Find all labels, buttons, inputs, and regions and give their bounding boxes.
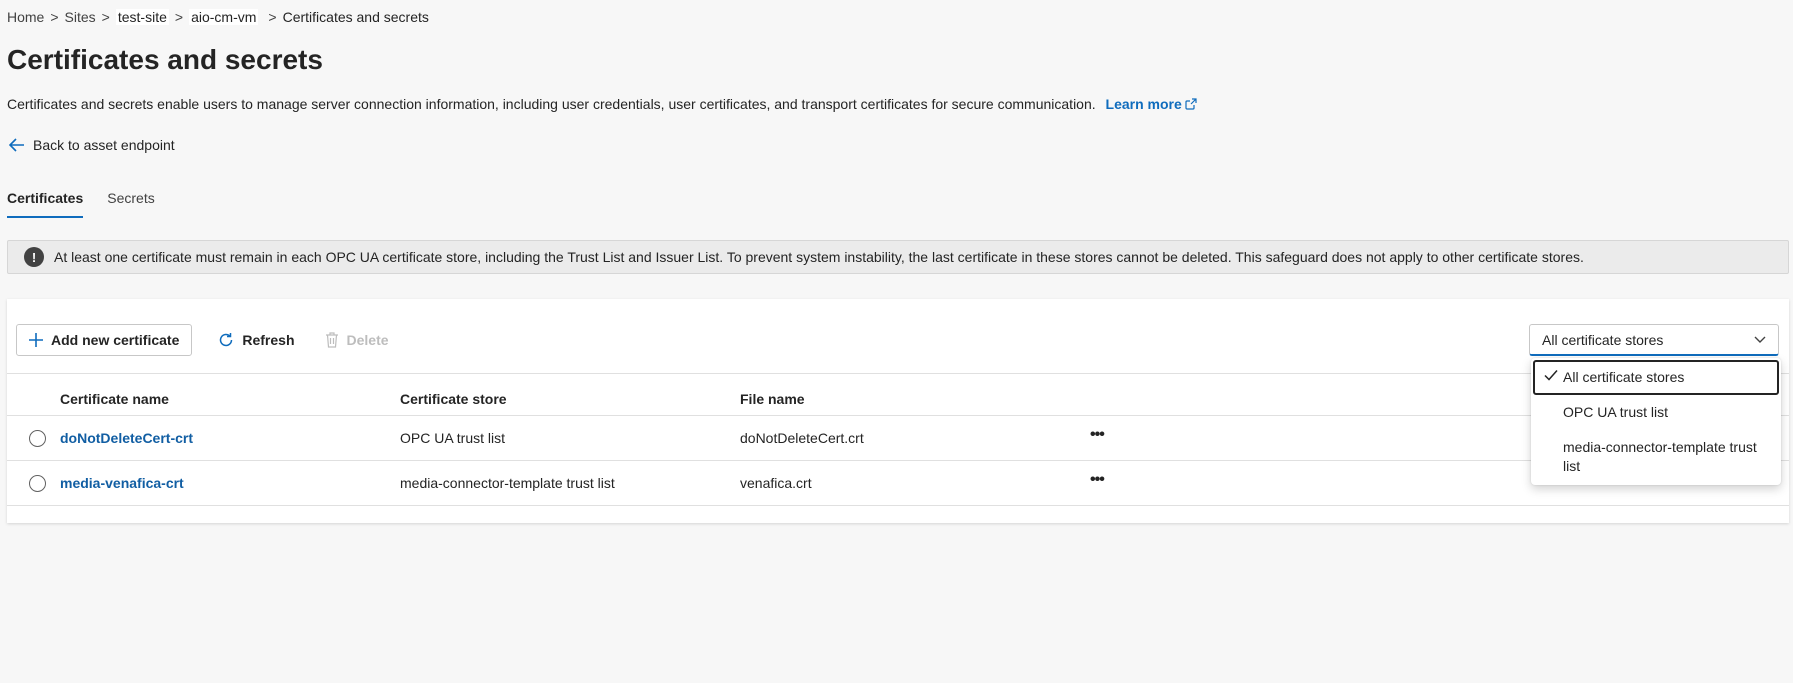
option-label: OPC UA trust list [1563,404,1669,420]
table-row: media-venafica-crt media-connector-templ… [7,461,1789,506]
certificate-store-dropdown: All certificate stores OPC UA trust list… [1531,358,1781,485]
toolbar-divider [7,373,1789,374]
back-label: Back to asset endpoint [33,137,175,153]
refresh-label: Refresh [242,332,295,348]
tab-secrets[interactable]: Secrets [107,190,154,218]
certificates-panel: Add new certificate Refresh Delete Certi… [7,299,1789,523]
certificates-table: Certificate name Certificate store File … [7,383,1789,506]
page-title: Certificates and secrets [7,44,323,75]
column-header-certificate-name[interactable]: Certificate name [60,391,400,407]
certificate-store-cell: media-connector-template trust list [400,475,615,491]
option-media-connector-template-trust-list[interactable]: media-connector-template trust list [1533,430,1779,484]
info-alert: ! At least one certificate must remain i… [7,240,1789,274]
breadcrumb-test-site[interactable]: test-site [115,9,169,25]
delete-label: Delete [346,332,389,348]
breadcrumb-sites[interactable]: Sites [65,9,96,25]
page-description: Certificates and secrets enable users to… [7,96,1197,112]
row-radio-button[interactable] [29,429,46,447]
breadcrumb-separator: > [50,9,59,25]
external-link-icon [1185,98,1197,110]
option-label: All certificate stores [1563,369,1685,385]
table-row: doNotDeleteCert-crt OPC UA trust list do… [7,416,1789,461]
breadcrumb-separator: > [174,9,184,25]
file-name-cell: doNotDeleteCert.crt [740,430,864,446]
filter-selected-value: All certificate stores [1542,331,1664,348]
option-label: media-connector-template trust list [1563,439,1757,474]
refresh-button[interactable]: Refresh [214,325,298,355]
breadcrumb-aio-cm-vm[interactable]: aio-cm-vm [189,9,259,25]
option-all-certificate-stores[interactable]: All certificate stores [1533,360,1779,395]
column-header-certificate-store[interactable]: Certificate store [400,391,740,407]
breadcrumb: Home > Sites > test-site > aio-cm-vm > C… [7,9,429,25]
learn-more-link[interactable]: Learn more [1106,96,1197,112]
row-select-cell [7,429,60,447]
certificate-store-cell: OPC UA trust list [400,430,506,446]
breadcrumb-home[interactable]: Home [7,9,44,25]
back-to-asset-endpoint-link[interactable]: Back to asset endpoint [9,137,175,153]
file-name-cell: venafica.crt [740,475,812,491]
row-select-cell [7,474,60,492]
add-label: Add new certificate [51,332,180,348]
breadcrumb-separator: > [268,9,277,25]
more-actions-button[interactable]: ••• [1090,426,1105,443]
certificate-name-link[interactable]: doNotDeleteCert-crt [60,430,193,446]
plus-icon [29,333,43,347]
column-header-file-name[interactable]: File name [740,391,1090,407]
refresh-icon [220,333,233,347]
description-text: Certificates and secrets enable users to… [7,96,1096,112]
arrow-left-icon [9,138,24,152]
tab-certificates[interactable]: Certificates [7,190,84,218]
row-radio-button[interactable] [29,474,46,492]
delete-button[interactable]: Delete [321,325,393,355]
option-opc-ua-trust-list[interactable]: OPC UA trust list [1533,395,1779,430]
table-header: Certificate name Certificate store File … [7,383,1789,416]
breadcrumb-current: Certificates and secrets [282,9,429,25]
add-new-certificate-button[interactable]: Add new certificate [16,324,193,356]
breadcrumb-separator: > [101,9,110,25]
toolbar: Add new certificate Refresh Delete [16,324,393,356]
certificate-store-filter-select[interactable]: All certificate stores [1529,324,1779,356]
learn-more-label: Learn more [1105,96,1182,112]
trash-icon [325,332,338,348]
certificate-name-link[interactable]: media-venafica-crt [60,475,184,491]
alert-text: At least one certificate must remain in … [54,249,1584,265]
more-actions-button[interactable]: ••• [1090,471,1105,488]
warning-icon: ! [24,247,44,267]
checkmark-icon [1544,370,1558,381]
chevron-down-icon [1754,336,1766,343]
tab-list: Certificates Secrets [7,190,155,218]
